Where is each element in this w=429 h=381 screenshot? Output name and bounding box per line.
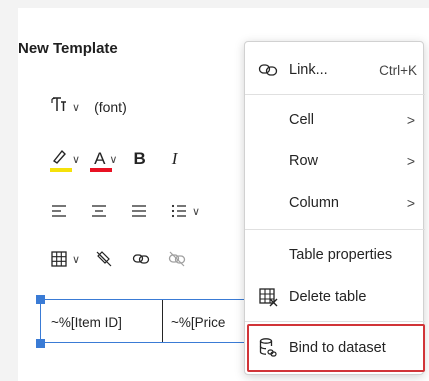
menu-item-column[interactable]: Column >: [245, 185, 425, 221]
toolbar-row-3: ∨: [50, 196, 200, 226]
cell-divider: [162, 300, 163, 342]
table-cell[interactable]: ~%[Item ID]: [51, 308, 122, 336]
resize-handle[interactable]: [36, 295, 45, 304]
bold-icon: B: [133, 149, 146, 168]
chevron-right-icon: >: [406, 153, 415, 169]
font-name-select[interactable]: (font): [94, 99, 127, 115]
paragraph-style-icon: [50, 96, 68, 119]
highlight-color-button[interactable]: ∨: [50, 144, 80, 174]
menu-item-link[interactable]: Link... Ctrl+K: [245, 52, 425, 88]
menu-item-row[interactable]: Row >: [245, 143, 425, 179]
menu-item-label: Delete table: [289, 289, 367, 305]
shortcut-text: Ctrl+K: [379, 62, 417, 78]
menu-item-label: Row: [289, 153, 319, 169]
insert-table-button[interactable]: ∨: [50, 244, 80, 274]
menu-item-cell[interactable]: Cell >: [245, 102, 425, 138]
chevron-down-icon: ∨: [109, 153, 118, 166]
font-color-button[interactable]: A ∨: [90, 144, 118, 174]
table-icon: [51, 251, 67, 267]
page-title: New Template: [18, 40, 118, 57]
align-left-icon: [52, 205, 66, 217]
context-menu: Link... Ctrl+K Cell > Row > Column > Tab…: [244, 41, 425, 375]
table-cell[interactable]: ~%[Price: [171, 308, 225, 336]
menu-separator: [245, 321, 425, 322]
bold-button[interactable]: B: [133, 144, 145, 174]
italic-button[interactable]: I: [172, 144, 178, 174]
link-button[interactable]: [132, 244, 150, 274]
clear-formatting-icon: [96, 251, 112, 267]
unlink-button[interactable]: [168, 244, 186, 274]
toolbar-row-1: ∨ (font): [50, 92, 127, 122]
link-icon: [132, 254, 150, 264]
menu-item-label: Cell: [289, 112, 314, 128]
justify-icon: [132, 205, 146, 217]
menu-item-label: Link...: [289, 62, 328, 78]
chevron-down-icon: ∨: [72, 153, 81, 166]
align-center-button[interactable]: [90, 196, 108, 226]
chevron-down-icon: ∨: [192, 205, 201, 218]
font-color-icon: A: [94, 149, 106, 168]
template-table[interactable]: ~%[Item ID] ~%[Price: [40, 299, 250, 343]
menu-item-table-properties[interactable]: Table properties: [245, 237, 425, 273]
resize-handle[interactable]: [36, 339, 45, 348]
menu-item-delete-table[interactable]: Delete table: [245, 279, 425, 315]
clear-format-button[interactable]: [94, 244, 114, 274]
chevron-right-icon: >: [406, 195, 415, 211]
bullet-list-icon: [171, 204, 186, 218]
menu-separator: [245, 94, 425, 95]
chevron-down-icon: ∨: [72, 253, 81, 266]
menu-separator: [245, 229, 425, 230]
chevron-right-icon: >: [406, 112, 415, 128]
highlight-color-swatch: [50, 168, 72, 172]
align-center-icon: [92, 205, 106, 217]
align-left-button[interactable]: [50, 196, 68, 226]
delete-table-icon: [257, 286, 279, 308]
toolbar-row-4: ∨: [50, 244, 186, 274]
justify-button[interactable]: [130, 196, 148, 226]
menu-item-label: Table properties: [289, 247, 393, 263]
chevron-down-icon: ∨: [72, 101, 81, 114]
highlight-box: [247, 324, 425, 372]
paragraph-style-button[interactable]: ∨: [50, 92, 80, 122]
toolbar-row-2: ∨ A ∨ B I: [50, 144, 177, 174]
bullet-list-button[interactable]: ∨: [170, 196, 200, 226]
unlink-icon: [168, 251, 186, 267]
menu-item-label: Column: [289, 195, 339, 211]
italic-icon: I: [171, 149, 178, 168]
link-icon: [257, 59, 279, 81]
font-color-swatch: [90, 168, 113, 172]
